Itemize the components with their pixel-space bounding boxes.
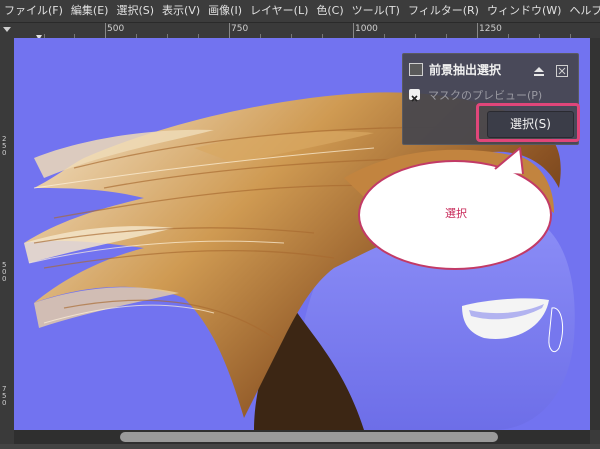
quick-mask-toggle[interactable]: [0, 430, 14, 444]
ruler-tick: [477, 23, 478, 38]
menu-tools[interactable]: ツール(T): [348, 0, 404, 22]
vertical-scrollbar[interactable]: [590, 38, 600, 430]
navigate-icon[interactable]: [590, 430, 600, 444]
menu-select[interactable]: 選択(S): [112, 0, 158, 22]
menu-filters[interactable]: フィルター(R): [404, 0, 483, 22]
close-icon[interactable]: [556, 62, 568, 77]
menu-edit[interactable]: 編集(E): [67, 0, 113, 22]
callout-text: 選択: [445, 207, 467, 220]
ruler-corner[interactable]: [0, 23, 14, 38]
horizontal-scrollbar[interactable]: [14, 430, 590, 444]
ruler-label: 750: [2, 385, 7, 407]
ruler-tick: [105, 23, 106, 38]
menu-file[interactable]: ファイル(F): [0, 0, 67, 22]
horizontal-ruler[interactable]: 500 750 1000 1250: [14, 23, 600, 38]
menu-layer[interactable]: レイヤー(L): [246, 0, 312, 22]
eject-icon[interactable]: [533, 62, 545, 76]
ruler-corner-icon: [3, 27, 11, 32]
foreground-select-tool-icon: [409, 63, 423, 76]
ruler-tick: [229, 23, 230, 38]
ruler-label: 1250: [479, 24, 502, 34]
status-strip: [0, 444, 600, 449]
highlight-box: [476, 103, 580, 142]
ruler-label: 500: [107, 24, 125, 34]
dialog-title: 前景抽出選択: [429, 63, 502, 77]
menu-view[interactable]: 表示(V): [158, 0, 204, 22]
ruler-tick: [353, 23, 354, 38]
menu-bar: ファイル(F) 編集(E) 選択(S) 表示(V) 画像(I) レイヤー(L) …: [0, 0, 600, 23]
menu-image[interactable]: 画像(I): [204, 0, 246, 22]
ruler-label: 1000: [355, 24, 378, 34]
menu-windows[interactable]: ウィンドウ(W): [483, 0, 565, 22]
menu-color[interactable]: 色(C): [312, 0, 347, 22]
vertical-ruler[interactable]: 250 500 750: [0, 38, 14, 430]
ruler-label: 750: [231, 24, 249, 34]
mask-preview-label: マスクのプレビュー(P): [428, 89, 543, 102]
mask-preview-checkbox[interactable]: [409, 89, 420, 102]
ruler-label: 250: [2, 135, 7, 157]
ruler-label: 500: [2, 261, 7, 283]
menu-help[interactable]: ヘルプ(H): [565, 0, 600, 22]
horizontal-scroll-thumb[interactable]: [120, 432, 498, 442]
